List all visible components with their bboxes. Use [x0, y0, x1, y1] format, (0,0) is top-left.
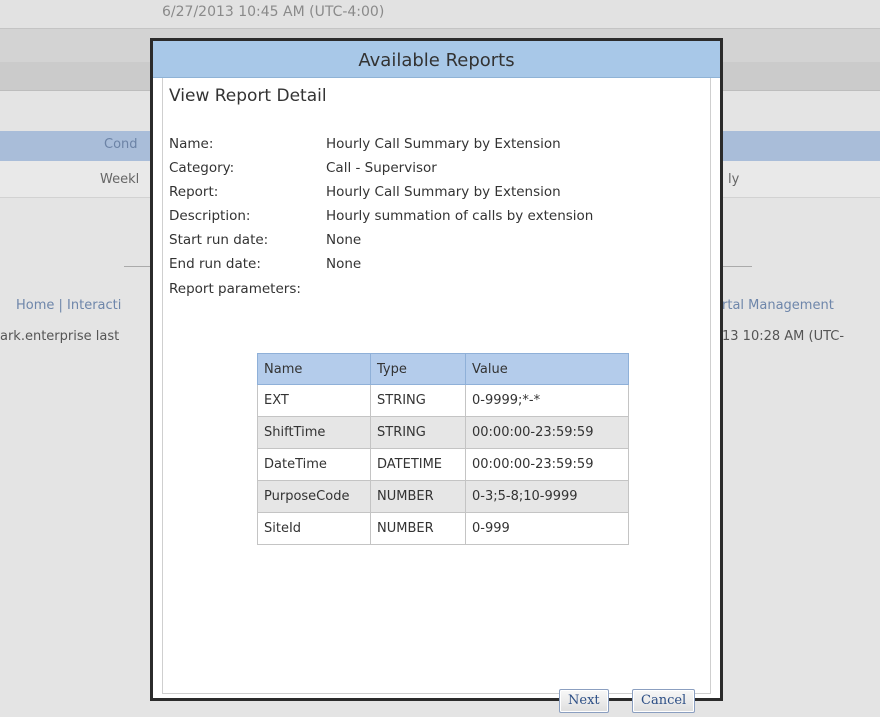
param-type: STRING: [370, 416, 466, 449]
param-value: 0-3;5-8;10-9999: [465, 480, 629, 513]
cancel-button[interactable]: Cancel: [632, 689, 696, 713]
table-row: DateTime DATETIME 00:00:00-23:59:59: [257, 448, 629, 481]
server-timestamp: 6/27/2013 10:45 AM (UTC-4:00): [162, 4, 385, 20]
name-label: Name:: [169, 136, 214, 152]
param-name: ShiftTime: [257, 416, 371, 449]
table-row: ShiftTime STRING 00:00:00-23:59:59: [257, 416, 629, 449]
param-type: STRING: [370, 384, 466, 417]
description-label: Description:: [169, 208, 251, 224]
footer-nav-links[interactable]: Home | Interacti: [16, 298, 121, 313]
available-reports-dialog: Available Reports View Report Detail Nam…: [150, 38, 723, 713]
param-type: NUMBER: [370, 480, 466, 513]
last-login-time: 13 10:28 AM (UTC-: [722, 329, 845, 344]
param-name: DateTime: [257, 448, 371, 481]
param-type: DATETIME: [370, 448, 466, 481]
param-name: SiteId: [257, 512, 371, 545]
column-header-value: Value: [465, 353, 629, 385]
start-run-date-label: Start run date:: [169, 232, 269, 248]
category-value: Call - Supervisor: [326, 160, 437, 176]
category-label: Category:: [169, 160, 235, 176]
param-name: PurposeCode: [257, 480, 371, 513]
report-parameters-table: Name Type Value EXT STRING 0-9999;*-* Sh…: [257, 353, 629, 545]
table-header-row: Name Type Value: [257, 353, 629, 385]
param-value: 00:00:00-23:59:59: [465, 448, 629, 481]
end-run-date-label: End run date:: [169, 256, 261, 272]
param-name: EXT: [257, 384, 371, 417]
dialog-body: View Report Detail Name: Hourly Call Sum…: [162, 78, 711, 713]
dialog-title: Available Reports: [153, 41, 720, 78]
report-parameters-label: Report parameters:: [169, 281, 301, 297]
column-header-name: Name: [257, 353, 371, 385]
param-type: NUMBER: [370, 512, 466, 545]
divider-right: [722, 266, 752, 267]
tab-partial[interactable]: Cond: [104, 137, 138, 152]
sub-tab-partial-left[interactable]: Weekl: [100, 172, 139, 187]
top-bar: 6/27/2013 10:45 AM (UTC-4:00): [0, 0, 880, 28]
table-row: SiteId NUMBER 0-999: [257, 512, 629, 545]
sub-tab-partial-right[interactable]: ly: [728, 172, 739, 187]
column-header-type: Type: [370, 353, 466, 385]
description-value: Hourly summation of calls by extension: [326, 208, 594, 224]
footer-nav-portal-link[interactable]: rtal Management: [722, 298, 834, 313]
param-value: 0-9999;*-*: [465, 384, 629, 417]
param-value: 0-999: [465, 512, 629, 545]
section-title: View Report Detail: [169, 86, 327, 106]
table-row: PurposeCode NUMBER 0-3;5-8;10-9999: [257, 480, 629, 513]
start-run-date-value: None: [326, 232, 362, 248]
report-label: Report:: [169, 184, 219, 200]
name-value: Hourly Call Summary by Extension: [326, 136, 561, 152]
table-row: EXT STRING 0-9999;*-*: [257, 384, 629, 417]
report-value: Hourly Call Summary by Extension: [326, 184, 561, 200]
last-login-text: ark.enterprise last: [0, 329, 120, 344]
param-value: 00:00:00-23:59:59: [465, 416, 629, 449]
end-run-date-value: None: [326, 256, 362, 272]
next-button[interactable]: Next: [559, 689, 609, 713]
